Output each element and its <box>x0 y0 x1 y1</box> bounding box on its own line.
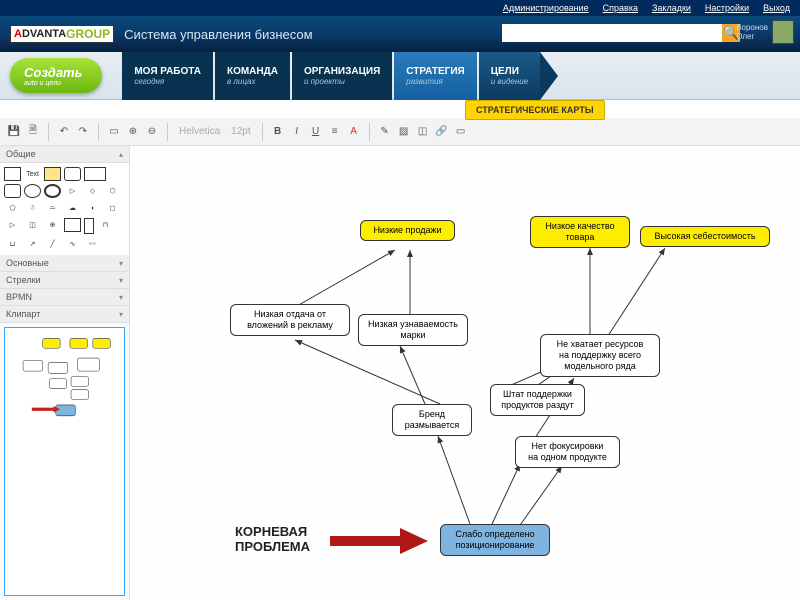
nav-my-work[interactable]: МОЯ РАБОТАсегодня <box>122 52 213 100</box>
save-as-icon[interactable]: 🗎 <box>25 124 41 140</box>
shape-curve[interactable]: ∿ <box>64 237 81 251</box>
align-icon[interactable]: ≡ <box>327 124 343 140</box>
node-no-focus[interactable]: Нет фокусировки на одном продукте <box>515 436 620 468</box>
shape-xor[interactable]: ⊕ <box>44 218 61 232</box>
nav-strategy[interactable]: СТРАТЕГИЯразвития <box>394 52 476 100</box>
help-link[interactable]: Справка <box>603 3 638 13</box>
nav-goals[interactable]: ЦЕЛИи видение <box>479 52 540 100</box>
avatar <box>772 20 794 44</box>
shape-cylinder[interactable]: ⌓ <box>44 201 61 215</box>
shape-diamond[interactable]: ◇ <box>84 184 101 198</box>
shape-or[interactable]: ◫ <box>24 218 41 232</box>
palette-cat-arrows[interactable]: Стрелки▾ <box>0 272 129 289</box>
shape-rect[interactable] <box>4 167 21 181</box>
chevron-up-icon: ▴ <box>119 150 123 159</box>
node-low-ad-return[interactable]: Низкая отдача от вложений в рекламу <box>230 304 350 336</box>
chevron-down-icon: ▾ <box>119 293 123 302</box>
underline-icon[interactable]: U <box>308 124 324 140</box>
top-utility-bar: Администрирование Справка Закладки Настр… <box>0 0 800 16</box>
bold-icon[interactable]: B <box>270 124 286 140</box>
nav-arrow-icon <box>540 52 558 100</box>
shape-container[interactable] <box>84 167 106 181</box>
node-no-resources[interactable]: Не хватает ресурсов на поддержку всего м… <box>540 334 660 377</box>
undo-icon[interactable]: ↶ <box>56 124 72 140</box>
logo-box: ADVANTAGROUP <box>10 25 114 43</box>
shape-wave[interactable]: 〰 <box>84 237 101 251</box>
header: ADVANTAGROUP Система управления бизнесом… <box>0 16 800 52</box>
fit-icon[interactable]: ▭ <box>106 124 122 140</box>
shape-triangle[interactable]: ▷ <box>64 184 81 198</box>
workspace: Общие▴ Text ▷ ◇ ⬡ ⬠ ☃ ⌓ ☁ ◗ ◻ ▷ ◫ ⊕ ⊓ ⊔ <box>0 146 800 600</box>
shape-ellipse[interactable] <box>24 184 41 198</box>
search-input[interactable] <box>502 24 722 42</box>
shape-vrect[interactable] <box>84 218 94 234</box>
shape-cloud[interactable]: ☁ <box>64 201 81 215</box>
shape-card[interactable] <box>64 218 81 232</box>
node-root-problem[interactable]: Слабо определено позиционирование <box>440 524 550 556</box>
shape-actor[interactable]: ☃ <box>24 201 41 215</box>
tagline: Система управления бизнесом <box>124 27 312 42</box>
shape-roundrect2[interactable] <box>4 184 21 198</box>
redo-icon[interactable]: ↷ <box>75 124 91 140</box>
shape-and[interactable]: ▷ <box>4 218 21 232</box>
zoom-in-icon[interactable]: ⊕ <box>125 124 141 140</box>
shape-note[interactable] <box>44 167 61 181</box>
editor-toolbar: 💾 🗎 ↶ ↷ ▭ ⊕ ⊖ Helvetica 12pt B I U ≡ A ✎… <box>0 118 800 146</box>
diagram-canvas[interactable]: Низкие продажи Низкое качество товара Вы… <box>130 146 800 600</box>
create-button[interactable]: Создатьauto и цели <box>10 58 102 93</box>
user-name: Воронов Олег <box>736 23 768 41</box>
shape-doc[interactable]: ◻ <box>104 201 121 215</box>
shape-callout[interactable]: ◗ <box>84 201 101 215</box>
chevron-down-icon: ▾ <box>119 259 123 268</box>
subnav-strategic-maps[interactable]: СТРАТЕГИЧЕСКИЕ КАРТЫ <box>465 100 605 120</box>
shape-sidebar: Общие▴ Text ▷ ◇ ⬡ ⬠ ☃ ⌓ ☁ ◗ ◻ ▷ ◫ ⊕ ⊓ ⊔ <box>0 146 130 600</box>
shape-roundrect[interactable] <box>64 167 81 181</box>
shadow-icon[interactable]: ◫ <box>415 124 431 140</box>
node-low-quality[interactable]: Низкое качество товара <box>530 216 630 248</box>
page-thumbnail[interactable] <box>4 327 125 596</box>
palette-general-shapes: Text ▷ ◇ ⬡ ⬠ ☃ ⌓ ☁ ◗ ◻ ▷ ◫ ⊕ ⊓ ⊔ ↗ ╱ ∿ <box>0 163 129 255</box>
font-color-icon[interactable]: A <box>346 124 362 140</box>
shape-p2[interactable]: ⊔ <box>4 237 21 251</box>
pencil-icon[interactable]: ✎ <box>377 124 393 140</box>
node-low-awareness[interactable]: Низкая узнаваемость марки <box>358 314 468 346</box>
logo: ADVANTAGROUP Система управления бизнесом <box>10 25 313 43</box>
more-icon[interactable]: ▭ <box>453 124 469 140</box>
shape-line[interactable]: ╱ <box>44 237 61 251</box>
font-size[interactable]: 12pt <box>227 124 254 140</box>
palette-cat-bpmn[interactable]: BPMN▾ <box>0 289 129 306</box>
shape-p1[interactable]: ⊓ <box>97 218 114 232</box>
palette-cat-general[interactable]: Общие▴ <box>0 146 129 163</box>
logout-link[interactable]: Выход <box>763 3 790 13</box>
user-block[interactable]: Воронов Олег <box>736 20 794 44</box>
nav-org[interactable]: ОРГАНИЗАЦИЯи проекты <box>292 52 392 100</box>
palette-cat-basic[interactable]: Основные▾ <box>0 255 129 272</box>
italic-icon[interactable]: I <box>289 124 305 140</box>
shape-hex[interactable]: ⬡ <box>104 184 121 198</box>
shape-pentagon[interactable]: ⬠ <box>4 201 21 215</box>
search-box: 🔍 <box>502 24 740 42</box>
shape-circle[interactable] <box>44 184 61 198</box>
font-select[interactable]: Helvetica <box>175 124 224 140</box>
link-icon[interactable]: 🔗 <box>434 124 450 140</box>
nav-team[interactable]: КОМАНДАв лицах <box>215 52 290 100</box>
chevron-down-icon: ▾ <box>119 276 123 285</box>
admin-link[interactable]: Администрирование <box>503 3 589 13</box>
main-nav: Создатьauto и цели МОЯ РАБОТАсегодня КОМ… <box>0 52 800 100</box>
root-arrow-icon <box>330 528 430 554</box>
save-icon[interactable]: 💾 <box>6 124 22 140</box>
root-problem-label: КОРНЕВАЯ ПРОБЛЕМА <box>235 524 310 554</box>
node-brand-blur[interactable]: Бренд размывается <box>392 404 472 436</box>
node-low-sales[interactable]: Низкие продажи <box>360 220 455 241</box>
node-high-cost[interactable]: Высокая себестоимость <box>640 226 770 247</box>
node-bloated-staff[interactable]: Штат поддержки продуктов раздут <box>490 384 585 416</box>
shape-text[interactable]: Text <box>24 167 41 181</box>
settings-link[interactable]: Настройки <box>705 3 749 13</box>
bookmarks-link[interactable]: Закладки <box>652 3 691 13</box>
shape-arrow[interactable]: ↗ <box>24 237 41 251</box>
chevron-down-icon: ▾ <box>119 310 123 319</box>
palette-cat-clipart[interactable]: Клипарт▾ <box>0 306 129 323</box>
zoom-out-icon[interactable]: ⊖ <box>144 124 160 140</box>
fill-icon[interactable]: ▨ <box>396 124 412 140</box>
